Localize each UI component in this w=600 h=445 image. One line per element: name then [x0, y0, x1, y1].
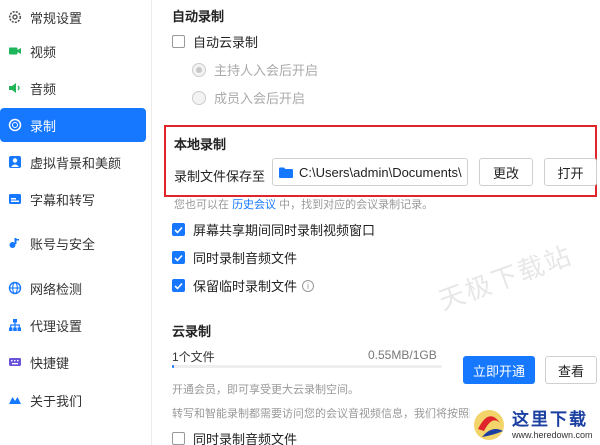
keyboard-icon — [8, 355, 22, 369]
auto-record-title: 自动录制 — [172, 9, 225, 24]
privacy-notice: 转写和智能录制都需要访问您的会议音视频信息，我们将按照隐 — [172, 405, 480, 421]
record-audio-file-checkbox[interactable]: 同时录制音频文件 — [172, 248, 297, 267]
record-icon — [8, 118, 22, 132]
history-hint: 您也可以在 历史会议 中，找到对应的会议录制记录。 — [174, 196, 433, 212]
sidebar-item-record[interactable]: 录制 — [0, 108, 146, 142]
member-hint: 开通会员，即可享受更大云录制空间。 — [172, 384, 359, 396]
sidebar-item-label: 字幕和转写 — [30, 192, 96, 208]
record-video-window-checkbox[interactable]: 屏幕共享期间同时录制视频窗口 — [172, 220, 375, 239]
change-path-button[interactable]: 更改 — [479, 158, 533, 186]
sidebar-item-label: 录制 — [30, 118, 57, 134]
site-logo-icon — [470, 403, 508, 443]
checkbox-box[interactable] — [172, 279, 185, 292]
sidebar-item-shortcuts[interactable]: 快捷键 — [0, 345, 146, 379]
checkbox-box[interactable] — [172, 251, 185, 264]
checkbox-label: 同时录制音频文件 — [193, 432, 298, 445]
globe-icon — [8, 281, 22, 295]
local-record-title: 本地录制 — [174, 137, 227, 152]
person-icon — [8, 155, 22, 169]
checkbox-label: 自动云录制 — [193, 35, 259, 50]
checkbox-label: 保留临时录制文件 — [193, 279, 298, 294]
radio-dot[interactable] — [192, 62, 206, 77]
proxy-icon — [8, 318, 22, 332]
checkbox-box[interactable] — [172, 223, 185, 236]
sidebar-item-label: 账号与安全 — [30, 236, 96, 252]
corner-site-logo: 这里下载 www.heredown.com — [470, 400, 600, 445]
video-icon — [8, 44, 22, 58]
sidebar-item-subtitles[interactable]: 字幕和转写 — [0, 182, 146, 216]
keep-temp-files-checkbox[interactable]: 保留临时录制文件 i — [172, 276, 315, 295]
sidebar-item-label: 音频 — [30, 81, 57, 97]
sidebar-item-label: 快捷键 — [30, 355, 70, 371]
settings-sidebar: 常规设置 视频 音频 录制 虚拟背景和美颜 字幕和转写 账号与安全 网络检测 代… — [0, 0, 152, 445]
radio-dot[interactable] — [192, 90, 206, 105]
sidebar-item-virtual-background[interactable]: 虚拟背景和美颜 — [0, 145, 146, 179]
cloud-file-count: 1个文件 — [172, 350, 215, 364]
radio-label: 成员入会后开启 — [214, 91, 306, 106]
sidebar-item-network-check[interactable]: 网络检测 — [0, 271, 146, 305]
cloud-usage-fill — [172, 365, 174, 368]
save-path-value: C:\Users\admin\Documents\ — [299, 164, 462, 180]
radio-host-join[interactable]: 主持人入会后开启 — [192, 60, 318, 79]
subtitle-icon — [8, 192, 22, 206]
sidebar-item-audio[interactable]: 音频 — [0, 71, 146, 105]
site-logo-title: 这里下载 — [512, 410, 588, 429]
save-path-label: 录制文件保存至 — [174, 169, 266, 184]
sidebar-item-label: 代理设置 — [30, 318, 83, 334]
recording-settings-panel: 自动录制 自动云录制 主持人入会后开启 成员入会后开启 本地录制 录制文件保存至… — [152, 0, 600, 445]
gear-icon — [8, 10, 22, 24]
site-logo-url: www.heredown.com — [512, 430, 593, 440]
radio-label: 主持人入会后开启 — [214, 63, 319, 78]
open-folder-button[interactable]: 打开 — [544, 158, 597, 186]
cloud-usage-bar — [172, 365, 442, 368]
sidebar-item-label: 常规设置 — [30, 10, 83, 26]
history-meetings-link[interactable]: 历史会议 — [232, 199, 276, 211]
cloud-usage: 0.55MB/1GB — [368, 348, 437, 362]
activate-now-button[interactable]: 立即开通 — [463, 356, 535, 384]
view-cloud-button[interactable]: 查看 — [545, 356, 597, 384]
cloud-record-audio-checkbox[interactable]: 同时录制音频文件 — [172, 429, 297, 445]
sidebar-item-label: 关于我们 — [30, 393, 83, 409]
key-icon — [8, 236, 22, 250]
sidebar-item-general[interactable]: 常规设置 — [0, 0, 146, 34]
sidebar-item-label: 网络检测 — [30, 281, 83, 297]
speaker-icon — [8, 81, 22, 95]
checkbox-box[interactable] — [172, 432, 185, 445]
hint-suffix: 中，找到对应的会议录制记录。 — [279, 199, 434, 211]
save-path-field[interactable]: C:\Users\admin\Documents\ — [272, 158, 468, 186]
hint-prefix: 您也可以在 — [174, 199, 229, 211]
sidebar-item-label: 虚拟背景和美颜 — [30, 155, 122, 171]
checkbox-box[interactable] — [172, 35, 185, 48]
sidebar-item-about[interactable]: 关于我们 — [0, 383, 146, 417]
notice-text: 转写和智能录制都需要访问您的会议音视频信息，我们将按照 — [172, 408, 469, 420]
sidebar-item-proxy[interactable]: 代理设置 — [0, 308, 146, 342]
info-icon[interactable]: i — [302, 279, 315, 292]
radio-member-join[interactable]: 成员入会后开启 — [192, 88, 305, 107]
auto-cloud-record-checkbox[interactable]: 自动云录制 — [172, 32, 258, 51]
sidebar-item-account-security[interactable]: 账号与安全 — [0, 226, 146, 260]
cloud-record-title: 云录制 — [172, 324, 212, 339]
about-icon — [8, 393, 22, 407]
checkbox-label: 屏幕共享期间同时录制视频窗口 — [193, 223, 376, 238]
checkbox-label: 同时录制音频文件 — [193, 251, 298, 266]
sidebar-item-label: 视频 — [30, 44, 57, 60]
folder-icon — [279, 167, 293, 178]
sidebar-item-video[interactable]: 视频 — [0, 34, 146, 68]
